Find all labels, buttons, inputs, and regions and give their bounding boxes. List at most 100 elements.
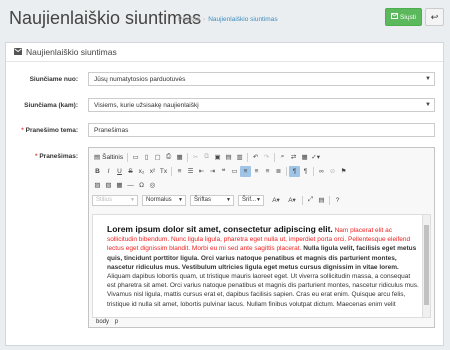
toolbar-row-4: Stilius ▼ Normalus ▼ Šriftas ▼ Šrif... ▼ A▾ …	[92, 194, 343, 206]
source-icon: ▤	[94, 154, 101, 161]
rich-text-editor: ▤ Šaltinis ▭ ▯ ▢ ⎙ ▦ ✂ ⧉ ▣ ▤ ▥ ↶ ↷ ⌕ ⇄ ▦…	[88, 147, 435, 328]
toolbar-row-3: ▨ ▧ ▦ — Ω ◎	[92, 179, 158, 191]
sender-label: Siunčiame nuo:	[29, 76, 78, 83]
sender-select[interactable]: Jūsų numatytosios parduotuvės ▼	[88, 72, 435, 86]
blockquote-icon[interactable]: ❝	[218, 166, 229, 177]
editor-content-area[interactable]: Lorem ipsum dolor sit amet, consectetur …	[92, 214, 431, 318]
send-button[interactable]: Siųsti	[385, 8, 422, 26]
outdent-icon[interactable]: ⇤	[196, 166, 207, 177]
recipients-label: Siunčiama (kam):	[24, 102, 78, 109]
path-body[interactable]: body	[96, 319, 109, 325]
special-char-icon[interactable]: Ω	[136, 180, 147, 191]
recipients-select[interactable]: Visiems, kurie užsisakę naujienlaiškį ▼	[88, 98, 435, 112]
toolbar-divider	[187, 152, 189, 162]
unlink-icon[interactable]: ⊘	[327, 166, 338, 177]
undo-arrow-icon: ↩	[430, 11, 439, 22]
bulleted-list-icon[interactable]: ☰	[185, 166, 196, 177]
panel-header: Naujienlaiškio siuntimas	[6, 43, 443, 62]
anchor-icon[interactable]: ⚑	[338, 166, 349, 177]
bold-icon[interactable]: B	[92, 166, 103, 177]
align-center-icon[interactable]: ≡	[251, 166, 262, 177]
templates-icon[interactable]: ▦	[174, 152, 185, 163]
subscript-icon[interactable]: x₂	[136, 166, 147, 177]
preview-icon[interactable]: ▢	[152, 152, 163, 163]
toolbar-divider	[302, 195, 303, 205]
remove-format-icon[interactable]: Tx	[158, 166, 169, 177]
sender-select-value: Jūsų numatytosios parduotuvės	[94, 75, 186, 83]
superscript-icon[interactable]: x²	[147, 166, 158, 177]
div-container-icon[interactable]: ▭	[229, 166, 240, 177]
maximize-icon[interactable]: ⤢	[305, 195, 316, 206]
subject-input[interactable]: Pranešimas	[88, 123, 435, 137]
recipients-select-value: Visiems, kurie užsisakę naujienlaiškį	[94, 101, 199, 109]
breadcrumb-current[interactable]: Naujienlaiškio siuntimas	[208, 16, 277, 23]
spellcheck-icon[interactable]: ✓▾	[310, 152, 321, 163]
rtl-direction-icon[interactable]: ¶	[300, 166, 311, 177]
indent-icon[interactable]: ⇥	[207, 166, 218, 177]
cut-icon[interactable]: ✂	[190, 152, 201, 163]
copy-icon[interactable]: ⧉	[201, 152, 212, 163]
new-page-icon[interactable]: ▯	[141, 152, 152, 163]
image-icon[interactable]: ▨	[92, 180, 103, 191]
paste-word-icon[interactable]: ▥	[234, 152, 245, 163]
scrollbar-thumb[interactable]	[424, 225, 429, 305]
content-normal-text: Aliquam dapibus lobortis quam, ut tristi…	[107, 273, 419, 308]
numbered-list-icon[interactable]: ≡	[174, 166, 185, 177]
horizontal-line-icon[interactable]: —	[125, 180, 136, 191]
background-color-icon[interactable]: A▾	[284, 195, 300, 206]
format-dropdown[interactable]: Normalus ▼	[142, 194, 186, 206]
newsletter-panel: Naujienlaiškio siuntimas Siunčiame nuo: …	[5, 42, 444, 346]
underline-icon[interactable]: U	[114, 166, 125, 177]
toolbar-row-2: B I U S x₂ x² Tx ≡ ☰ ⇤ ⇥ ❝ ▭ ≡ ≡ ≡ ≣ ¶ ¶…	[92, 165, 349, 177]
link-icon[interactable]: ∞	[316, 166, 327, 177]
select-all-icon[interactable]: ▦	[299, 152, 310, 163]
toolbar-divider	[313, 166, 314, 176]
subject-label: * Pranešimo tema:	[21, 127, 78, 134]
text-color-icon[interactable]: A▾	[268, 195, 284, 206]
flash-icon[interactable]: ▧	[103, 180, 114, 191]
envelope-icon	[391, 13, 399, 21]
font-dropdown[interactable]: Šriftas ▼	[190, 194, 234, 206]
back-button[interactable]: ↩	[425, 8, 444, 26]
style-dropdown[interactable]: Stilius ▼	[92, 194, 138, 206]
print-icon[interactable]: ⎙	[163, 152, 174, 163]
content-heading: Lorem ipsum dolor sit amet, consectetur …	[107, 224, 333, 234]
paste-icon[interactable]: ▣	[212, 152, 223, 163]
align-right-icon[interactable]: ≡	[262, 166, 273, 177]
element-path-bar: body p	[96, 319, 118, 325]
editor-scrollbar[interactable]	[422, 215, 430, 317]
path-p[interactable]: p	[115, 319, 118, 325]
toolbar-divider	[247, 152, 249, 162]
paste-text-icon[interactable]: ▤	[223, 152, 234, 163]
page-title: Naujienlaiškio siuntimas	[9, 8, 202, 28]
breadcrumb: Pradžia › Naujienlaiškio siuntimas	[178, 16, 278, 23]
ltr-direction-icon[interactable]: ¶	[289, 165, 300, 177]
subject-input-value: Pranešimas	[94, 126, 129, 134]
caret-down-icon: ▼	[425, 102, 431, 108]
source-button-label: Šaltinis	[102, 153, 124, 161]
top-bar: Naujienlaiškio siuntimas Pradžia › Naujien…	[0, 0, 450, 35]
iframe-icon[interactable]: ◎	[147, 180, 158, 191]
find-icon[interactable]: ⌕	[277, 152, 288, 163]
replace-icon[interactable]: ⇄	[288, 152, 299, 163]
undo-icon[interactable]: ↶	[250, 152, 261, 163]
panel-title: Naujienlaiškio siuntimas	[26, 47, 117, 57]
envelope-icon	[14, 47, 22, 57]
align-left-icon[interactable]: ≡	[240, 165, 251, 177]
size-dropdown[interactable]: Šrif... ▼	[238, 194, 264, 206]
redo-icon[interactable]: ↷	[261, 152, 272, 163]
save-icon[interactable]: ▭	[130, 152, 141, 163]
help-icon[interactable]: ?	[332, 195, 343, 206]
breadcrumb-separator: ›	[203, 16, 206, 23]
source-button[interactable]: ▤ Šaltinis	[92, 152, 125, 163]
show-blocks-icon[interactable]: ▤	[316, 195, 327, 206]
strikethrough-icon[interactable]: S	[125, 166, 136, 177]
toolbar-divider	[286, 166, 287, 176]
breadcrumb-home[interactable]: Pradžia	[178, 16, 200, 23]
justify-icon[interactable]: ≣	[273, 166, 284, 177]
message-label: * Pranešimas:	[34, 153, 78, 160]
italic-icon[interactable]: I	[103, 166, 114, 177]
toolbar-divider	[171, 166, 172, 176]
table-icon[interactable]: ▦	[114, 180, 125, 191]
toolbar-divider	[274, 152, 276, 162]
